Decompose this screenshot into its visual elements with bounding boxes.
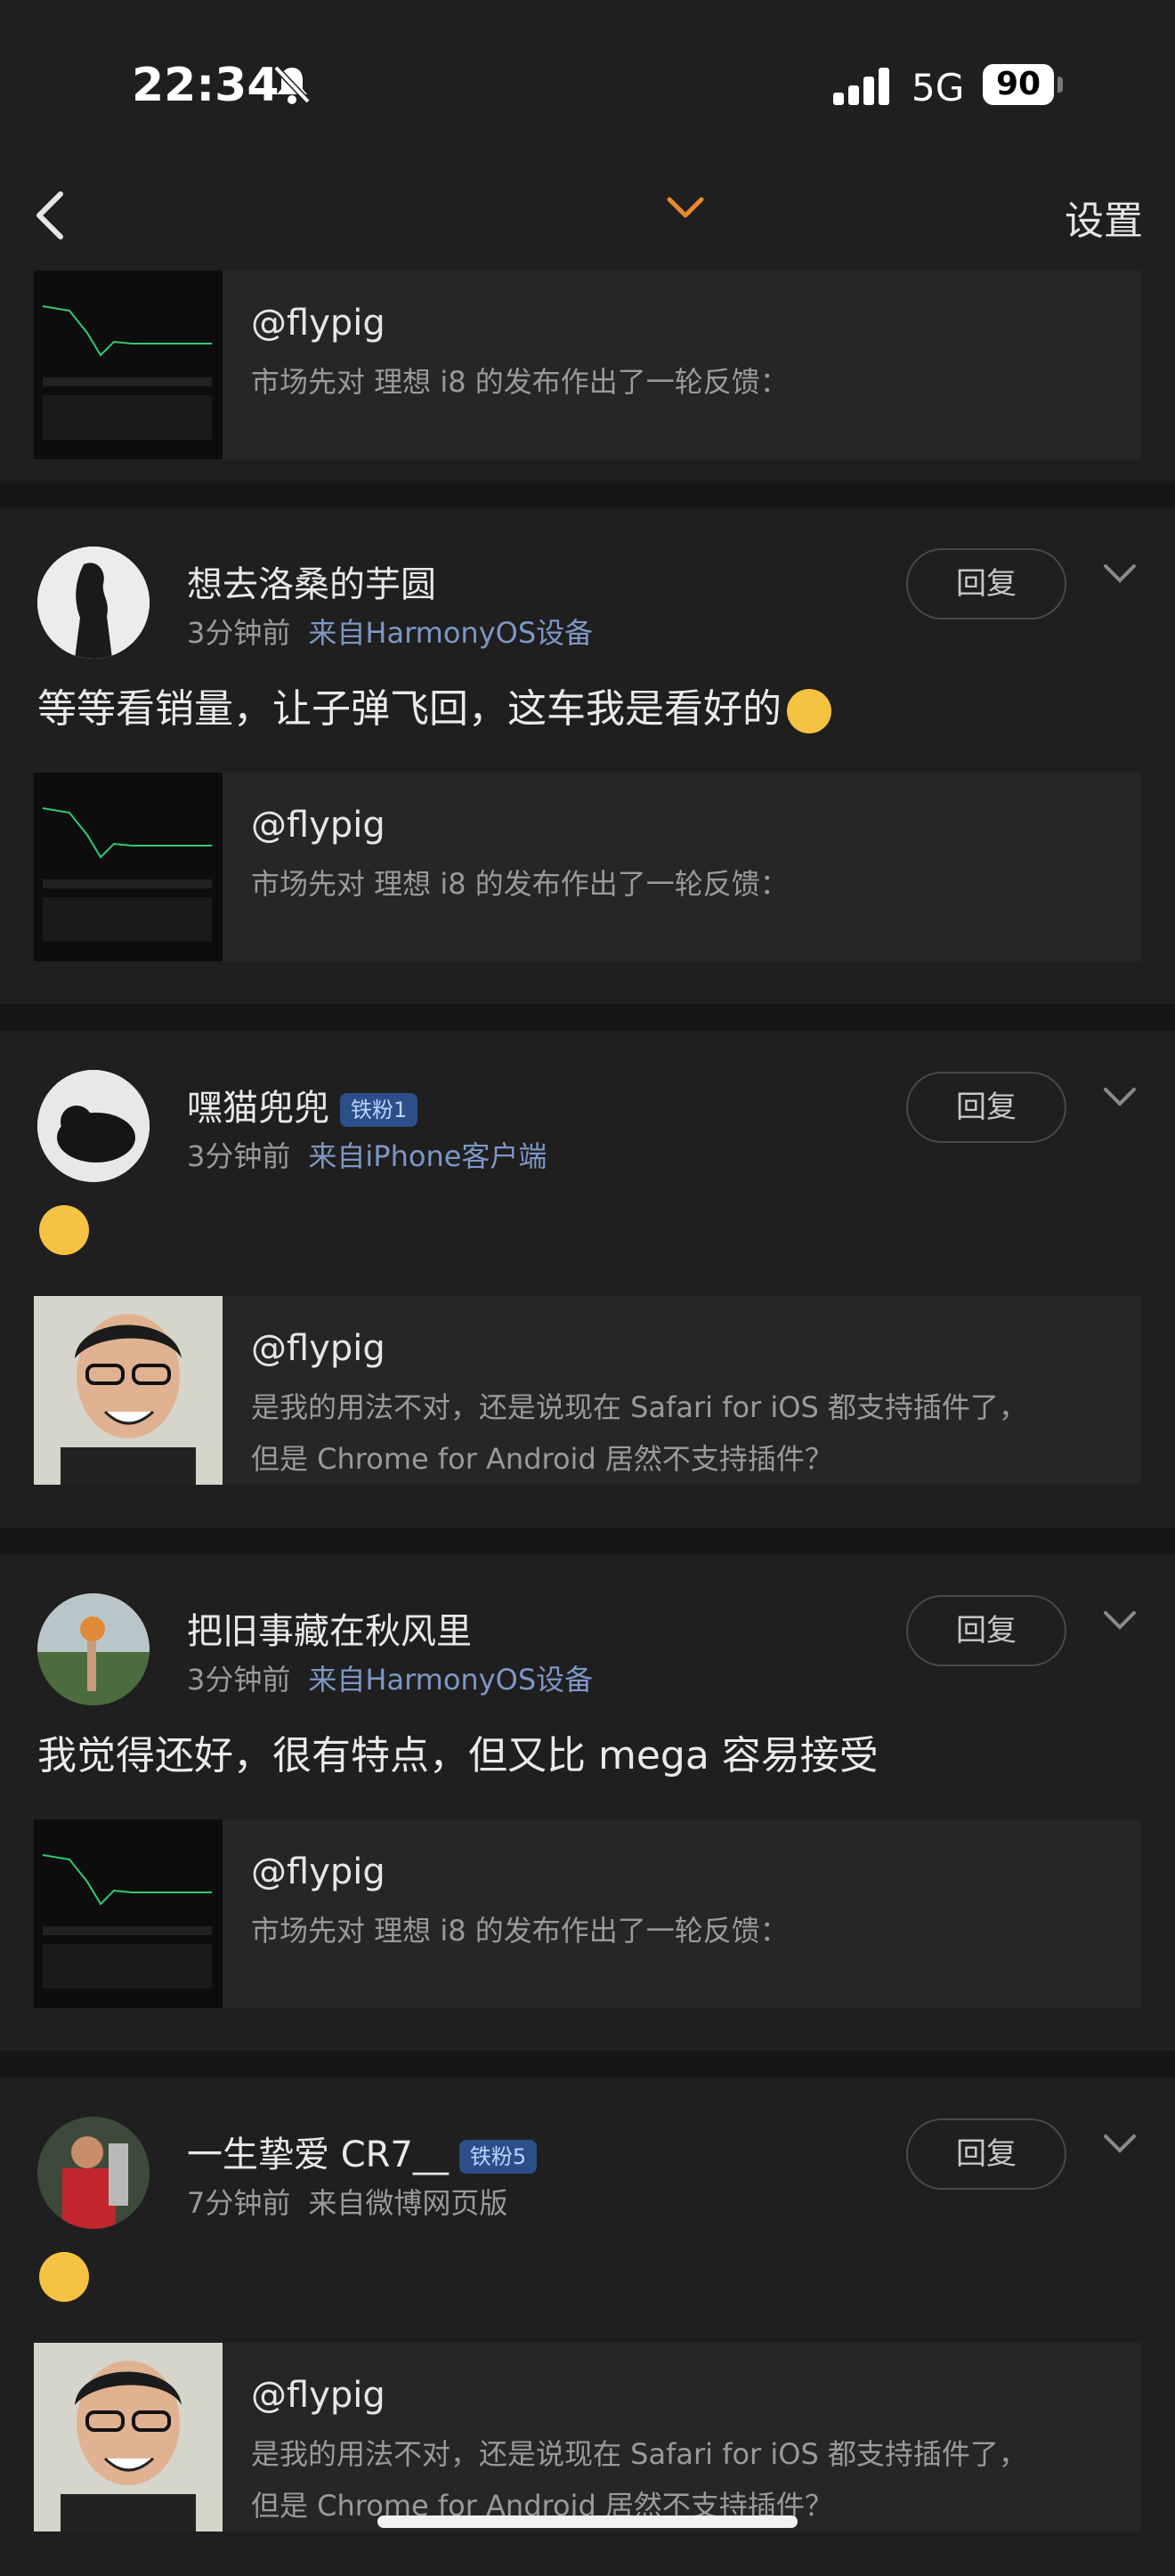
quoted-text: 是我的用法不对，还是说现在 Safari for iOS 都支持插件了， 但是 … [251, 1381, 1027, 1485]
chart-thumbnail-image [34, 1819, 223, 2008]
divider [0, 1527, 1175, 1554]
fan-badge[interactable]: 铁粉5 [458, 2140, 538, 2174]
comment-time: 3分钟前 [187, 1663, 291, 1697]
grin-emoji-icon [787, 689, 831, 733]
divider [0, 481, 1175, 507]
comment-meta: 3分钟前 来自iPhone客户端 [187, 1134, 547, 1175]
doge-emoji-icon [39, 1205, 89, 1255]
quoted-text: 市场先对 理想 i8 的发布作出了一轮反馈： [251, 1914, 789, 1948]
avatar-image [37, 547, 150, 659]
fan-badge[interactable]: 铁粉1 [340, 1093, 418, 1127]
post-thumbnail [34, 773, 223, 961]
user-name[interactable]: 把旧事藏在秋风里 [187, 1602, 472, 1654]
quoted-user[interactable]: @flypig [251, 805, 385, 846]
quoted-user[interactable]: @flypig [251, 1328, 385, 1369]
post-thumbnail [34, 2343, 223, 2531]
avatar[interactable] [37, 547, 150, 659]
quoted-post[interactable]: @flypig 是我的用法不对，还是说现在 Safari for iOS 都支持… [34, 2343, 1141, 2531]
chevron-down-icon[interactable] [1102, 1608, 1138, 1634]
comment-text: 我觉得还好，很有特点，但又比 mega 容易接受 [37, 1733, 879, 1778]
person-photo-image [34, 1296, 223, 1485]
status-bar: 22:34 5G 90 [0, 0, 1175, 169]
reply-button[interactable]: 回复 [906, 1072, 1066, 1143]
avatar-image [37, 2117, 150, 2229]
person-photo-image [34, 2343, 223, 2531]
cellular-signal-icon [833, 68, 889, 105]
chevron-down-icon[interactable] [1102, 561, 1138, 587]
comment-meta: 3分钟前 来自HarmonyOS设备 [187, 1657, 593, 1698]
avatar-image [37, 1593, 150, 1705]
comment-card: 一生挚爱 CR7__ 铁粉5 7分钟前 来自微博网页版 回复 @flypig 是… [0, 2078, 1175, 2576]
reply-button[interactable]: 回复 [906, 548, 1066, 620]
source-device[interactable]: HarmonyOS设备 [365, 616, 593, 650]
avatar[interactable] [37, 2117, 150, 2229]
network-type: 5G [912, 66, 965, 109]
comment-card: 把旧事藏在秋风里 3分钟前 来自HarmonyOS设备 回复 我觉得还好，很有特点… [0, 1554, 1175, 2051]
source-device[interactable]: 微博网页版 [365, 2186, 507, 2220]
post-thumbnail [34, 1819, 223, 2008]
back-icon[interactable] [27, 180, 80, 251]
from-label: 来自 [308, 1139, 366, 1173]
reply-button[interactable]: 回复 [906, 2118, 1066, 2190]
settings-button[interactable]: 设置 [1065, 189, 1143, 246]
user-name: 嘿猫兜兜 铁粉1 [187, 1079, 418, 1130]
source-device[interactable]: iPhone客户端 [365, 1139, 547, 1173]
battery-icon: 90 [983, 64, 1054, 105]
from-label: 来自 [308, 2186, 366, 2220]
avatar[interactable] [37, 1070, 150, 1182]
avatar[interactable] [37, 1593, 150, 1705]
avatar-image [37, 1070, 150, 1182]
battery-tip [1058, 77, 1063, 93]
post-thumbnail [34, 1296, 223, 1485]
divider [0, 2051, 1175, 2078]
comment-meta: 7分钟前 来自微博网页版 [187, 2181, 507, 2222]
status-time: 22:34 [132, 59, 280, 112]
quoted-text-line: 但是 Chrome for Android 居然不支持插件？ [251, 1442, 833, 1476]
quoted-text: 市场先对 理想 i8 的发布作出了一轮反馈： [251, 867, 789, 901]
chart-thumbnail-image [34, 773, 223, 961]
comment-card: 想去洛桑的芋圆 3分钟前 来自HarmonyOS设备 回复 等等看销量，让子弹飞回… [0, 507, 1175, 1004]
quoted-post[interactable]: @flypig 市场先对 理想 i8 的发布作出了一轮反馈： [34, 271, 1141, 459]
quoted-post[interactable]: @flypig 市场先对 理想 i8 的发布作出了一轮反馈： [34, 773, 1141, 961]
nav-bar: 设置 [0, 169, 1175, 267]
comment-text: 等等看销量，让子弹飞回，这车我是看好的 [37, 676, 831, 733]
comment-time: 3分钟前 [187, 1139, 291, 1173]
user-name[interactable]: 想去洛桑的芋圆 [187, 555, 436, 607]
comment-card-partial: @flypig 市场先对 理想 i8 的发布作出了一轮反馈： [0, 267, 1175, 481]
chevron-down-icon[interactable] [666, 189, 705, 228]
user-name: 一生挚爱 CR7__ 铁粉5 [187, 2126, 538, 2177]
chevron-down-icon[interactable] [1102, 1084, 1138, 1111]
quoted-text-line: 是我的用法不对，还是说现在 Safari for iOS 都支持插件了， [251, 2437, 1027, 2471]
quoted-text: 市场先对 理想 i8 的发布作出了一轮反馈： [251, 365, 789, 399]
divider [0, 1004, 1175, 1031]
surprised-emoji-icon [39, 2252, 89, 2302]
home-indicator[interactable] [377, 2515, 798, 2528]
quoted-post[interactable]: @flypig 市场先对 理想 i8 的发布作出了一轮反馈： [34, 1819, 1141, 2008]
comment-feed: @flypig 市场先对 理想 i8 的发布作出了一轮反馈： 想去洛桑的芋圆 3… [0, 267, 1175, 2576]
quoted-user[interactable]: @flypig [251, 1851, 385, 1892]
source-device[interactable]: HarmonyOS设备 [365, 1663, 593, 1697]
chevron-down-icon[interactable] [1102, 2131, 1138, 2158]
quoted-user[interactable]: @flypig [251, 2375, 385, 2416]
reply-button[interactable]: 回复 [906, 1595, 1066, 1666]
bell-muted-icon [273, 65, 311, 104]
post-thumbnail [34, 271, 223, 459]
comment-card: 嘿猫兜兜 铁粉1 3分钟前 来自iPhone客户端 回复 @flypig 是我的… [0, 1031, 1175, 1527]
comment-meta: 3分钟前 来自HarmonyOS设备 [187, 611, 593, 652]
from-label: 来自 [308, 616, 366, 650]
quoted-post[interactable]: @flypig 是我的用法不对，还是说现在 Safari for iOS 都支持… [34, 1296, 1141, 1485]
comment-time: 7分钟前 [187, 2186, 291, 2220]
quoted-user[interactable]: @flypig [251, 303, 385, 344]
chart-thumbnail-image [34, 271, 223, 459]
quoted-text-line: 是我的用法不对，还是说现在 Safari for iOS 都支持插件了， [251, 1390, 1027, 1424]
from-label: 来自 [308, 1663, 366, 1697]
comment-time: 3分钟前 [187, 616, 291, 650]
